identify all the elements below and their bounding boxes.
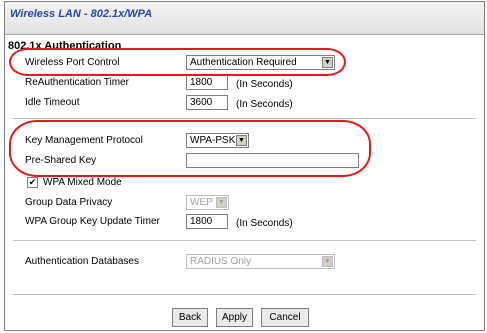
divider [13, 294, 476, 295]
group-key-input[interactable]: 1800 [186, 214, 228, 229]
divider [13, 240, 476, 241]
idle-timeout-label: Idle Timeout [25, 97, 80, 108]
back-button[interactable]: Back [172, 308, 208, 327]
apply-button[interactable]: Apply [216, 308, 253, 327]
auth-database-select[interactable]: RADIUS Only ▼ [186, 254, 335, 269]
idle-timeout-input[interactable]: 3600 [186, 95, 228, 110]
highlight-ellipse [9, 120, 371, 177]
reauth-timer-unit: (In Seconds) [236, 79, 293, 90]
title-bar: Wireless LAN - 802.1x/WPA [5, 2, 484, 35]
mixed-mode-checkbox[interactable]: ✔ [27, 177, 38, 188]
page-title: Wireless LAN - 802.1x/WPA [10, 8, 153, 20]
idle-timeout-unit: (In Seconds) [236, 99, 293, 110]
reauth-timer-label: ReAuthentication Timer [25, 77, 129, 88]
group-privacy-select[interactable]: WEP ▼ [186, 195, 229, 210]
divider [13, 118, 476, 119]
dialog-frame: Wireless LAN - 802.1x/WPA 802.1x Authent… [4, 1, 485, 331]
auth-database-label: Authentication Databases [25, 256, 139, 267]
group-privacy-value: WEP [190, 197, 213, 208]
auth-database-value: RADIUS Only [190, 256, 252, 267]
chevron-down-icon[interactable]: ▼ [216, 197, 227, 208]
group-key-label: WPA Group Key Update Timer [25, 216, 160, 227]
reauth-timer-input[interactable]: 1800 [186, 75, 228, 90]
group-privacy-label: Group Data Privacy [25, 197, 113, 208]
highlight-ellipse [9, 48, 346, 76]
chevron-down-icon[interactable]: ▼ [322, 256, 333, 267]
group-key-unit: (In Seconds) [236, 218, 293, 229]
cancel-button[interactable]: Cancel [261, 308, 309, 327]
mixed-mode-label: WPA Mixed Mode [43, 177, 122, 188]
